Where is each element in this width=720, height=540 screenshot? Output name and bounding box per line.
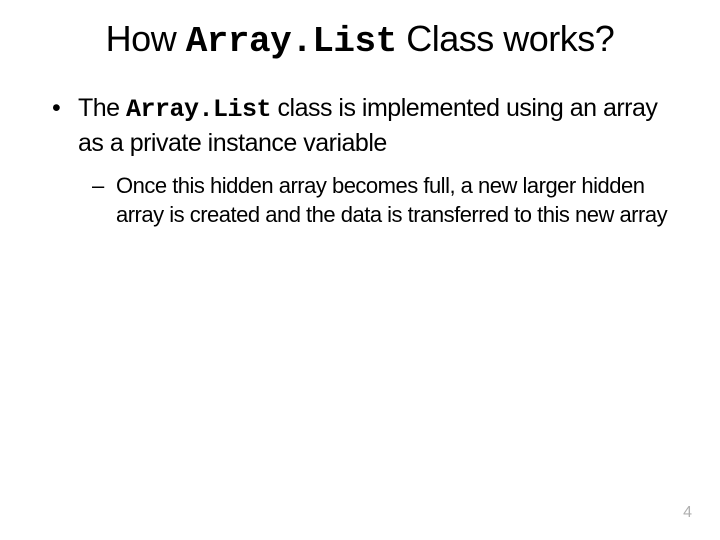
- sub1-text: Once this hidden array becomes full, a n…: [116, 173, 667, 228]
- title-text-2: Class works?: [397, 18, 615, 59]
- slide-content: The Array.List class is implemented usin…: [0, 92, 720, 230]
- title-text-1: How: [106, 18, 186, 59]
- bullet1-text-1: The: [78, 94, 126, 122]
- bullet-level-1: The Array.List class is implemented usin…: [48, 92, 672, 161]
- bullet-level-2: Once this hidden array becomes full, a n…: [48, 171, 672, 230]
- page-number: 4: [683, 504, 692, 522]
- slide-title: How Array.List Class works?: [0, 0, 720, 92]
- bullet1-code: Array.List: [126, 95, 271, 124]
- title-code: Array.List: [186, 21, 397, 62]
